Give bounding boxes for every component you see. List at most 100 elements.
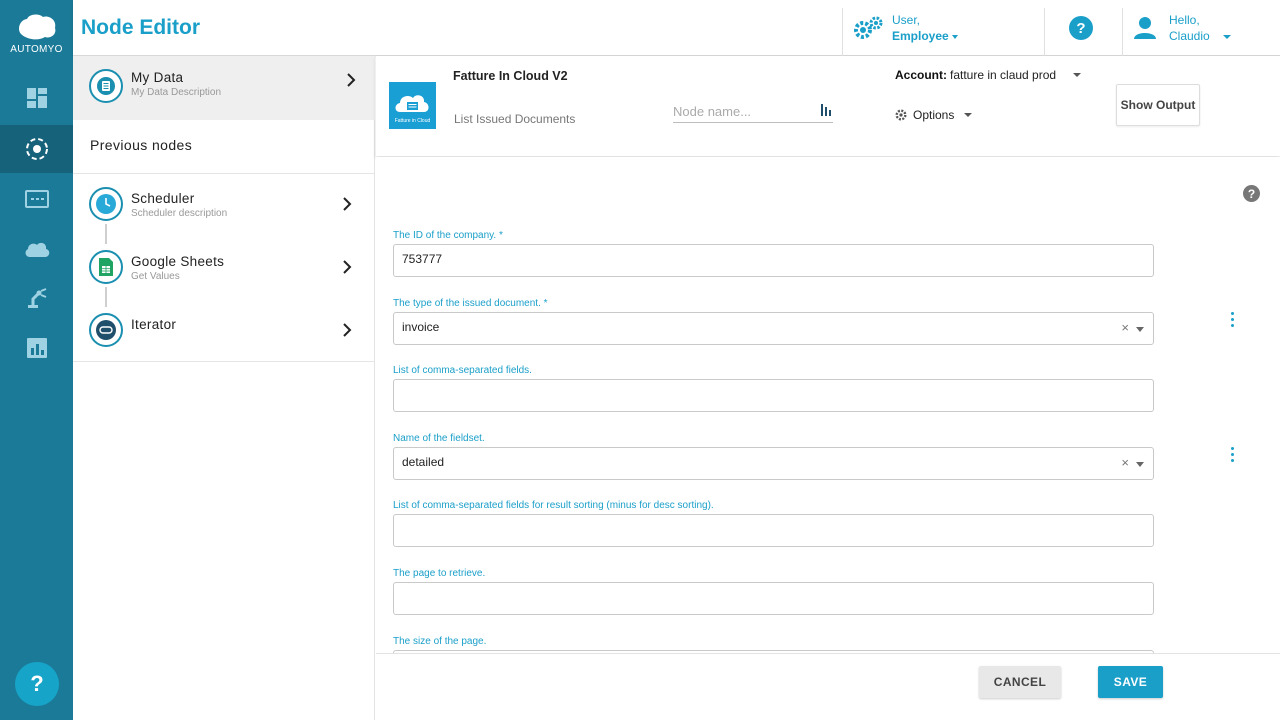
fatture-in-cloud-logo: Fatture in Cloud <box>389 82 436 129</box>
options-label: Options <box>913 108 955 122</box>
role-name: Employee <box>892 29 949 43</box>
chevron-down-icon <box>964 113 973 117</box>
page-title: Node Editor <box>81 16 200 39</box>
clear-icon[interactable]: × <box>1121 455 1129 470</box>
field-label-fields: List of comma-separated fields. <box>393 365 532 376</box>
variable-picker-icon[interactable] <box>821 103 831 117</box>
document-type-value: invoice <box>402 320 440 334</box>
node-name-placeholder: Node name... <box>673 104 752 119</box>
node-description: Get Values <box>131 271 180 282</box>
node-form: ? The ID of the company. * 753777 The ty… <box>376 157 1280 653</box>
user-menu[interactable]: Hello, Claudio <box>1133 0 1232 56</box>
sort-input[interactable] <box>393 514 1154 547</box>
node-header-card: Fatture in Cloud Fatture In Cloud V2 Lis… <box>376 56 1280 156</box>
previous-nodes-heading: Previous nodes <box>90 137 193 153</box>
gear-icon <box>895 109 907 121</box>
field-label-page-size: The size of the page. <box>393 636 487 647</box>
rail-item-dashboard[interactable] <box>0 74 73 122</box>
field-label-page: The page to retrieve. <box>393 568 486 579</box>
sheets-icon <box>99 258 113 276</box>
cloud-icon <box>25 242 49 257</box>
account-label: Account: <box>895 68 947 82</box>
my-data-node-icon <box>89 69 123 103</box>
rail-item-robot[interactable] <box>0 274 73 322</box>
divider <box>1044 8 1045 56</box>
automyo-logo-icon <box>18 14 55 40</box>
field-label-sort: List of comma-separated fields for resul… <box>393 500 714 511</box>
options-menu[interactable]: Options <box>895 108 973 122</box>
company-id-input[interactable]: 753777 <box>393 244 1154 277</box>
data-icon <box>97 77 115 95</box>
gears-icon <box>854 16 883 39</box>
document-type-select[interactable]: invoice × <box>393 312 1154 345</box>
chevron-down-icon[interactable] <box>1136 327 1144 332</box>
page-input[interactable] <box>393 582 1154 615</box>
automyo-logo[interactable]: AUTOMYO <box>0 8 73 64</box>
sheets-node-icon <box>89 250 123 284</box>
role-greeting: User, <box>892 13 921 27</box>
node-name: Google Sheets <box>131 254 225 269</box>
role-selector[interactable]: User, Employee <box>852 0 959 56</box>
help-button[interactable]: ? <box>15 662 59 706</box>
clear-icon[interactable]: × <box>1121 320 1129 335</box>
save-button[interactable]: SAVE <box>1098 666 1163 698</box>
service-title: Fatture In Cloud V2 <box>453 69 568 83</box>
dashboard-icon <box>26 88 47 108</box>
node-description: Scheduler description <box>131 208 228 219</box>
chevron-right-icon <box>343 197 352 211</box>
help-icon[interactable]: ? <box>1069 16 1093 40</box>
chevron-right-icon <box>343 260 352 274</box>
my-data-name: My Data <box>131 70 184 85</box>
form-help-icon[interactable]: ? <box>1243 185 1260 202</box>
form-footer: CANCEL SAVE <box>376 653 1280 720</box>
rail-item-cloud[interactable] <box>0 225 73 273</box>
clock-icon <box>96 194 116 214</box>
fieldset-value: detailed <box>402 455 445 469</box>
chevron-down-icon <box>952 34 959 39</box>
chevron-down-icon <box>1223 34 1232 39</box>
iterator-icon <box>96 320 116 340</box>
company-id-value: 753777 <box>402 252 443 266</box>
fields-input[interactable] <box>393 379 1154 412</box>
more-options-icon[interactable] <box>1231 312 1235 328</box>
field-label-fieldset: Name of the fieldset. <box>393 433 485 444</box>
bar-chart-icon <box>26 338 47 358</box>
account-select[interactable]: fatture in claud prod <box>950 68 1056 82</box>
node-name: Scheduler <box>131 191 195 206</box>
rail-item-node-editor[interactable] <box>0 125 73 173</box>
chevron-right-icon <box>347 73 356 87</box>
chevron-down-icon[interactable] <box>1136 462 1144 467</box>
node-name-input[interactable]: Node name... <box>673 101 833 123</box>
cancel-button[interactable]: CANCEL <box>979 666 1061 698</box>
hello-greeting: Hello, <box>1169 13 1200 27</box>
rail-item-terminal[interactable] <box>0 175 73 223</box>
logo-text: AUTOMYO <box>10 44 63 55</box>
user-avatar-icon <box>1134 17 1156 39</box>
rail-item-reports[interactable] <box>0 324 73 372</box>
node-item-google-sheets[interactable]: Google Sheets Get Values <box>73 237 375 300</box>
chevron-down-icon[interactable] <box>1073 73 1081 77</box>
robot-arm-icon <box>27 288 46 308</box>
service-action: List Issued Documents <box>454 112 576 126</box>
top-bar: Node Editor User, Employee ? Hello, Clau… <box>73 0 1280 56</box>
scheduler-node-icon <box>89 187 123 221</box>
more-options-icon[interactable] <box>1231 447 1235 463</box>
field-label-document-type: The type of the issued document. * <box>393 298 548 309</box>
divider <box>842 8 843 56</box>
node-item-scheduler[interactable]: Scheduler Scheduler description <box>73 174 375 237</box>
divider <box>1122 8 1123 56</box>
chevron-right-icon <box>343 323 352 337</box>
logo-caption: Fatture in Cloud <box>395 118 431 124</box>
fieldset-select[interactable]: detailed × <box>393 447 1154 480</box>
node-name: Iterator <box>131 317 177 332</box>
terminal-icon <box>24 190 49 208</box>
node-item-iterator[interactable]: Iterator <box>73 300 375 361</box>
my-data-item[interactable]: My Data My Data Description <box>73 56 375 120</box>
node-panel: My Data My Data Description Previous nod… <box>73 56 375 720</box>
my-data-description: My Data Description <box>131 87 222 98</box>
iterator-node-icon <box>89 313 123 347</box>
show-output-button[interactable]: Show Output <box>1116 84 1200 126</box>
field-label-company-id: The ID of the company. * <box>393 230 503 241</box>
left-rail: AUTOMYO ? <box>0 0 73 720</box>
user-name: Claudio <box>1169 29 1210 43</box>
